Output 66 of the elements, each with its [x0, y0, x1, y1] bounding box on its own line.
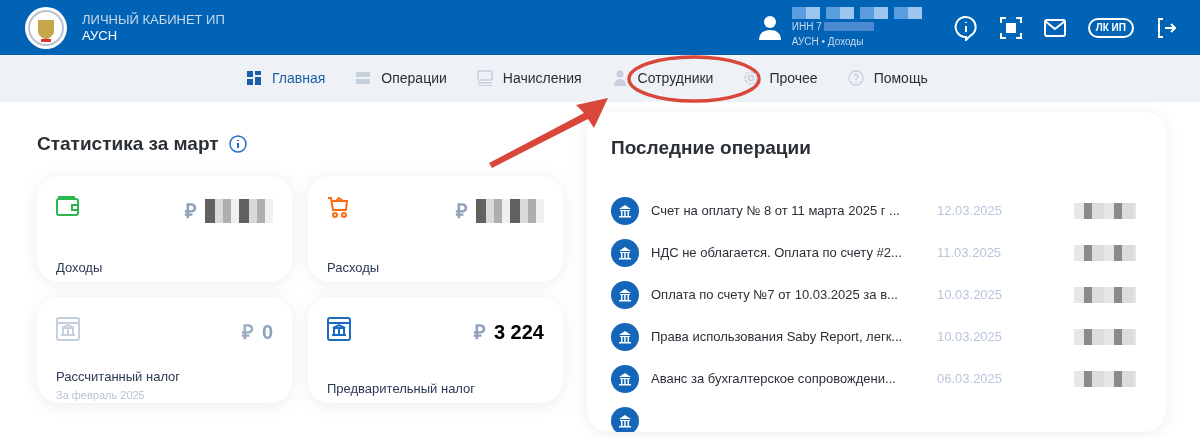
card-label: Предварительный налог	[327, 380, 477, 398]
qr-scan-button[interactable]	[999, 16, 1022, 39]
bank-icon	[611, 322, 639, 351]
stat-card[interactable]: ₽ 0 Рассчитанный налог За февраль 2025	[37, 297, 292, 403]
card-label: Расходы	[327, 259, 381, 277]
operation-title[interactable]: НДС не облагается. Оплата по счету #2...	[651, 242, 937, 263]
operation-date: 06.03.2025	[937, 369, 1004, 388]
info-icon	[228, 135, 247, 153]
redacted-amount	[1074, 286, 1136, 303]
stat-card[interactable]: ₽ 3 224 Предварительный налог	[308, 297, 563, 403]
user-icon	[757, 14, 782, 41]
amount-value: 0	[261, 320, 273, 345]
operation-title[interactable]: Права использования Saby Report, легк...	[651, 326, 937, 347]
redacted-amount	[1074, 328, 1136, 345]
emblem-icon	[24, 5, 68, 50]
dashboard-icon	[246, 70, 262, 87]
nav-tab[interactable]: Сотрудники	[611, 63, 714, 94]
amount-value: 3 224	[493, 320, 544, 345]
nav-tab[interactable]: Помощь	[847, 63, 928, 94]
bank-window-icon	[327, 317, 351, 341]
card-sublabel: За февраль 2025	[56, 387, 146, 403]
info-button[interactable]	[953, 14, 978, 41]
redacted-inn	[823, 21, 874, 31]
bank-icon	[611, 238, 639, 267]
wallet-icon	[56, 196, 80, 216]
section-title: Статистика за март	[37, 131, 219, 156]
bank-icon	[611, 364, 639, 393]
nav-tab[interactable]: Прочее	[743, 63, 818, 94]
nav-tab[interactable]: Начисления	[476, 63, 582, 94]
nav-tab[interactable]: Операции	[355, 63, 447, 94]
bank-icon	[611, 280, 639, 309]
cart-icon	[327, 196, 351, 218]
cabinet-title: ЛИЧНЫЙ КАБИНЕТ ИП	[82, 11, 225, 28]
nav-tab[interactable]: Главная	[246, 63, 326, 94]
panel-title: Последние операции	[611, 136, 812, 160]
logout-button[interactable]	[1156, 17, 1176, 38]
currency-sign: ₽	[473, 320, 486, 345]
card-label: Рассчитанный налог	[56, 368, 182, 386]
person-icon	[611, 70, 628, 87]
stat-card[interactable]: ₽ Расходы	[308, 176, 563, 282]
bank-window-icon	[56, 317, 80, 341]
settings-icon	[743, 70, 760, 87]
list-icon	[355, 70, 372, 87]
currency-sign: ₽	[241, 320, 254, 345]
operation-title[interactable]: Счет на оплату № 8 от 11 марта 2025 г ...	[651, 200, 937, 221]
operation-date: 11.03.2025	[937, 243, 1003, 262]
operation-title[interactable]: Аванс за бухгалтерское сопровождени...	[651, 368, 937, 389]
document-icon	[476, 70, 493, 87]
operation-date: 12.03.2025	[937, 201, 1004, 220]
currency-sign: ₽	[185, 199, 197, 224]
inn-text: ИНН 7	[791, 19, 822, 34]
redacted-amount	[1074, 370, 1136, 387]
account-switch-button[interactable]: ЛК ИП	[1087, 17, 1134, 38]
operation-date: 10.03.2025	[937, 285, 1004, 304]
redacted-amount	[1074, 244, 1136, 261]
cabinet-subtitle: АУСН	[82, 27, 119, 44]
operation-title[interactable]: Оплата по счету №7 от 10.03.2025 за в...	[651, 284, 937, 305]
stat-card[interactable]: ₽ Доходы	[37, 176, 292, 282]
operation-date: 10.03.2025	[937, 327, 1004, 346]
bank-icon	[611, 196, 639, 225]
redacted-amount	[1074, 202, 1136, 219]
help-icon	[847, 70, 864, 87]
mail-button[interactable]	[1043, 18, 1066, 37]
tax-regime-text: АУСН • Доходы	[791, 34, 865, 49]
currency-sign: ₽	[456, 199, 468, 224]
card-label: Доходы	[56, 259, 104, 277]
